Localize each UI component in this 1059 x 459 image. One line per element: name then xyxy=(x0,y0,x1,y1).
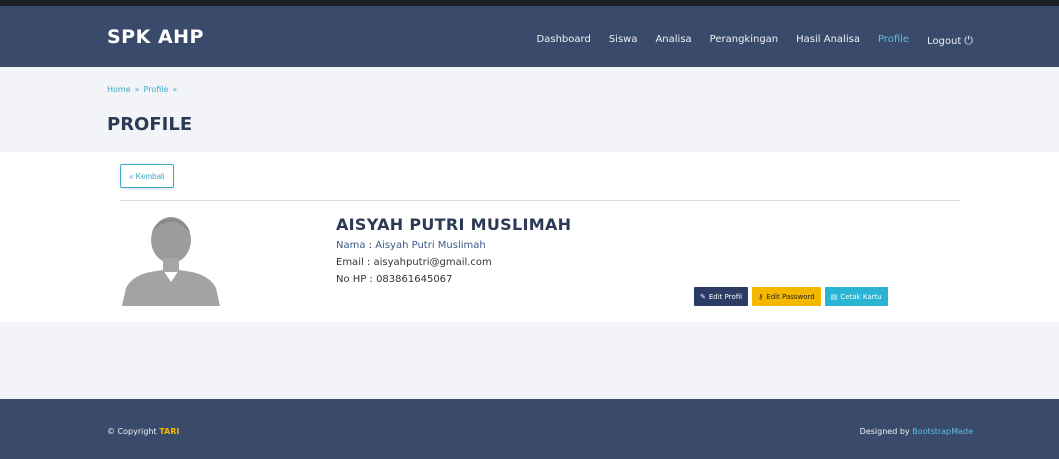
page-title: PROFILE xyxy=(107,114,193,135)
designed-prefix: Designed by xyxy=(859,427,910,436)
navbar: SPK AHP Dashboard Siswa Analisa Perangki… xyxy=(0,6,1059,67)
footer: © Copyright TARI Designed by BootstrapMa… xyxy=(0,399,1059,459)
profile-actions: ✎ Edit Profil ⚷ Edit Password ▤ Cetak Ka… xyxy=(694,287,888,306)
spacer-band xyxy=(0,322,1059,399)
nav-dashboard[interactable]: Dashboard xyxy=(537,34,591,48)
user-silhouette-icon xyxy=(120,210,222,306)
key-icon: ⚷ xyxy=(758,292,764,301)
nav-profile[interactable]: Profile xyxy=(878,34,909,48)
edit-profile-button[interactable]: ✎ Edit Profil xyxy=(694,287,749,306)
profile-name: AISYAH PUTRI MUSLIMAH xyxy=(336,215,572,234)
email-value: aisyahputri@gmail.com xyxy=(373,257,492,268)
nav-logout[interactable]: Logout ⏻ xyxy=(927,34,973,48)
copyright-brand: TARI xyxy=(159,427,180,436)
edit-password-button[interactable]: ⚷ Edit Password xyxy=(752,287,821,306)
print-card-label: Cetak Kartu xyxy=(840,292,882,301)
phone-value: 083861645067 xyxy=(376,274,453,285)
nav-analisa[interactable]: Analisa xyxy=(655,34,691,48)
divider xyxy=(120,200,960,201)
nav-perangkingan[interactable]: Perangkingan xyxy=(710,34,778,48)
breadcrumb: Home » Profile » xyxy=(107,85,177,94)
print-icon: ▤ xyxy=(830,292,838,301)
back-button[interactable]: « Kembali xyxy=(120,164,174,188)
copyright-prefix: © Copyright xyxy=(107,427,157,436)
designed-author-link[interactable]: BootstrapMade xyxy=(912,427,973,436)
breadcrumb-separator: » xyxy=(134,85,140,94)
profile-content: « Kembali AISYAH PUTRI MUSLIMAH Nama : A… xyxy=(0,152,1059,322)
email-label: Email xyxy=(336,257,364,268)
brand-logo[interactable]: SPK AHP xyxy=(107,26,204,48)
edit-password-label: Edit Password xyxy=(766,292,815,301)
profile-email-row: Email : aisyahputri@gmail.com xyxy=(336,257,492,268)
main-nav: Dashboard Siswa Analisa Perangkingan Has… xyxy=(537,34,973,48)
nav-hasil-analisa[interactable]: Hasil Analisa xyxy=(796,34,860,48)
name-label: Nama xyxy=(336,240,366,251)
print-card-button[interactable]: ▤ Cetak Kartu xyxy=(824,287,888,306)
edit-profile-label: Edit Profil xyxy=(708,292,743,301)
profile-name-row: Nama : Aisyah Putri Muslimah xyxy=(336,240,486,251)
logout-icon: ⏻ xyxy=(964,34,973,47)
name-value: Aisyah Putri Muslimah xyxy=(375,240,486,251)
breadcrumb-profile[interactable]: Profile xyxy=(144,85,169,94)
profile-phone-row: No HP : 083861645067 xyxy=(336,274,453,285)
avatar xyxy=(120,210,222,306)
edit-icon: ✎ xyxy=(700,292,706,301)
nav-logout-label: Logout xyxy=(927,36,962,47)
profile-info: AISYAH PUTRI MUSLIMAH Nama : Aisyah Putr… xyxy=(336,215,571,285)
copyright: © Copyright TARI xyxy=(107,427,179,436)
page-header: Home » Profile » PROFILE xyxy=(0,67,1059,152)
nav-siswa[interactable]: Siswa xyxy=(609,34,638,48)
phone-label: No HP xyxy=(336,274,367,285)
breadcrumb-home[interactable]: Home xyxy=(107,85,131,94)
designed-by: Designed by BootstrapMade xyxy=(860,427,973,436)
breadcrumb-separator: » xyxy=(172,85,178,94)
